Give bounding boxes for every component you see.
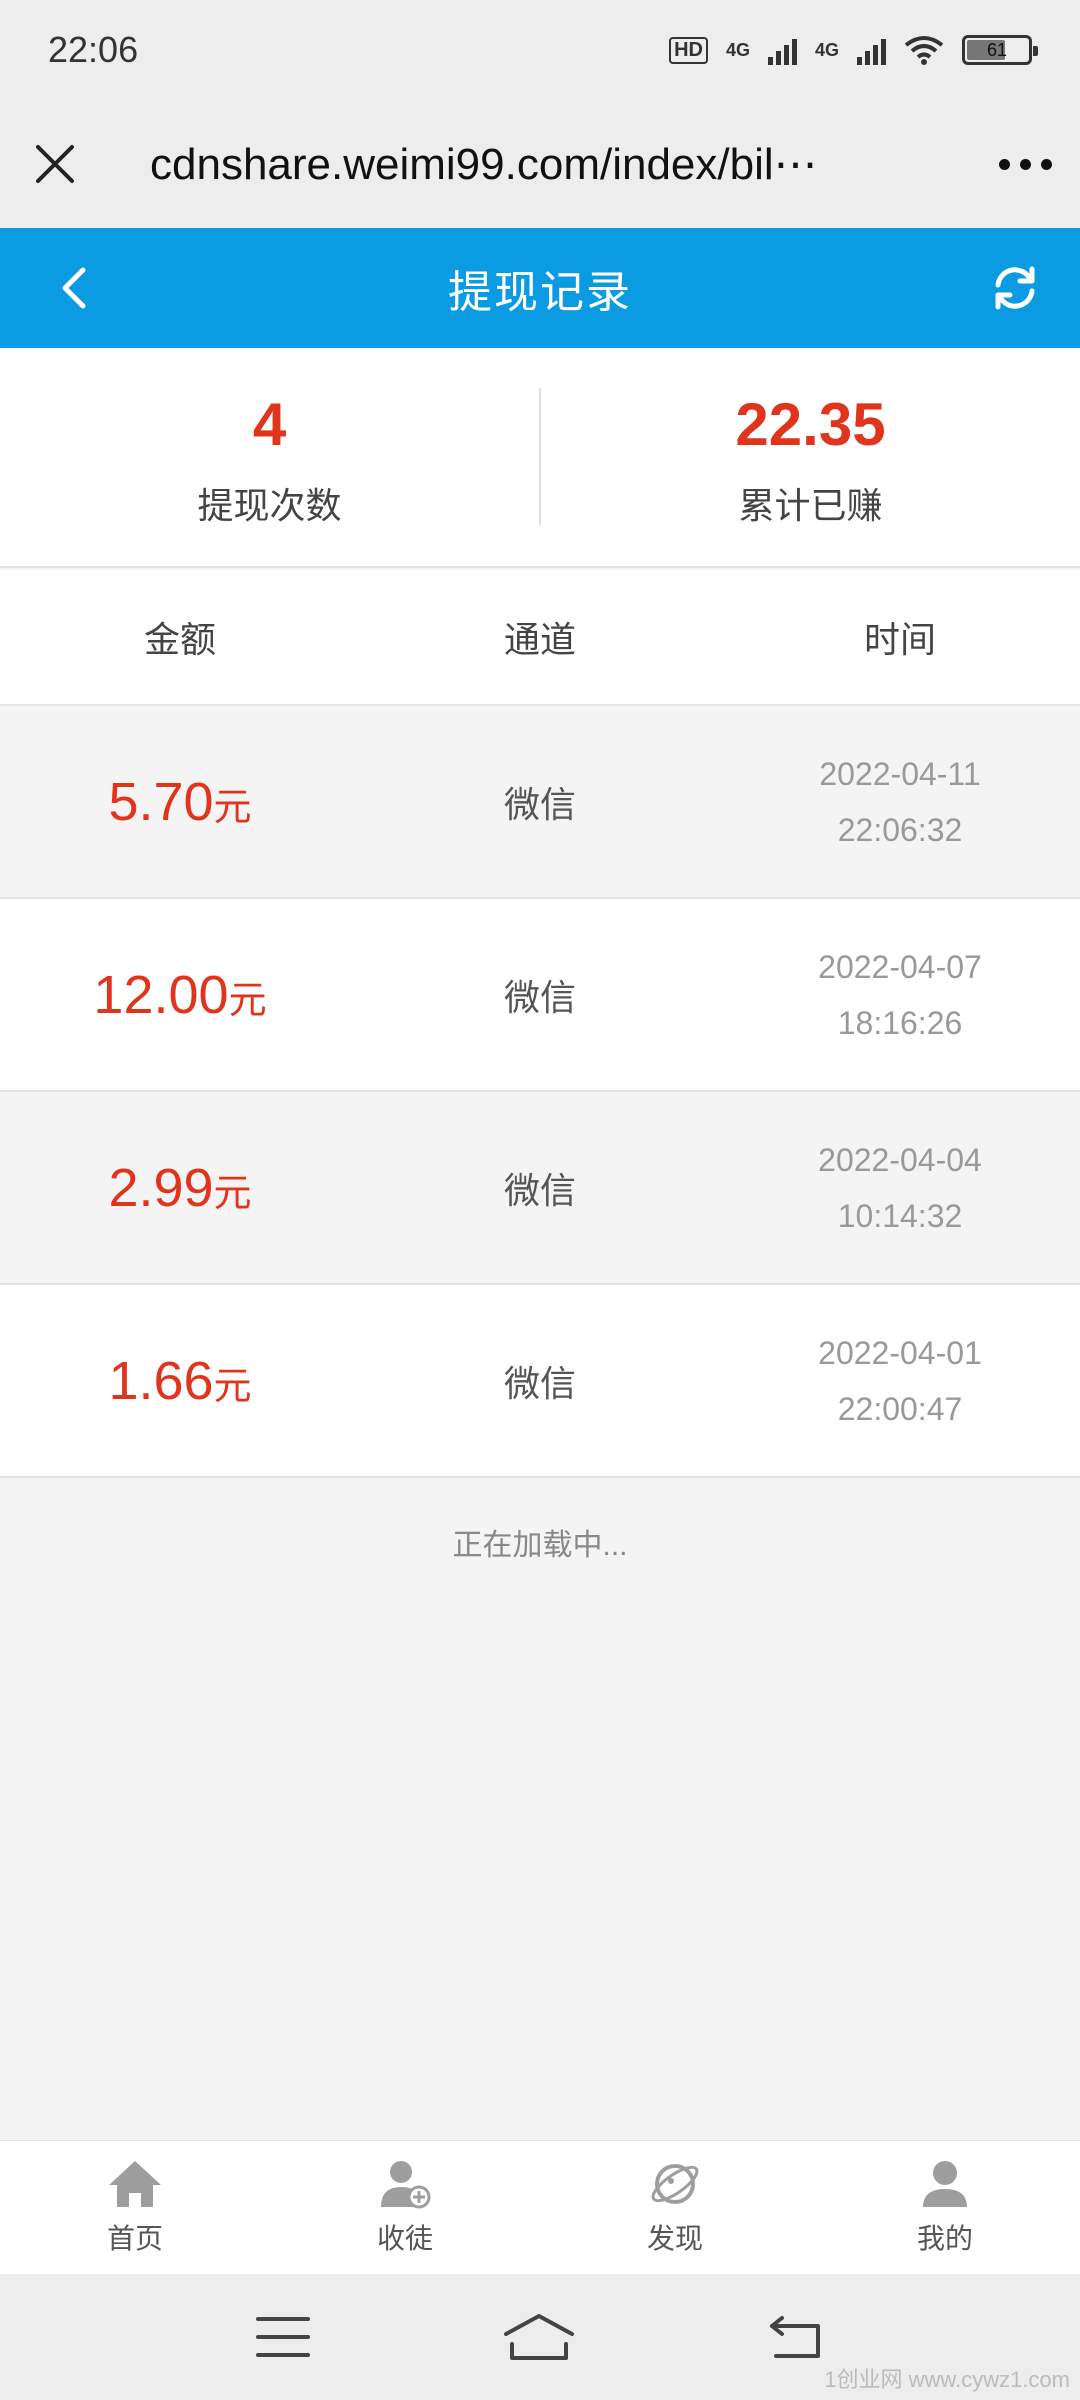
table-header: 金额 通道 时间 [0,570,1080,706]
add-user-icon [381,2160,431,2208]
status-bar: 22:06 HD 4G 4G 61 [0,0,1080,100]
date-text: 2022-04-04 [818,1141,982,1178]
table-row: 12.00元 微信 2022-04-07 18:16:26 [0,899,1080,1092]
status-icons: HD 4G 4G 61 [669,35,1038,65]
battery-level: 61 [986,39,1008,60]
signal-icon-1 [767,35,797,65]
browser-bar: cdnshare.weimi99.com/index/bil⋯ [0,100,1080,228]
watermark: 1创业网 www.cywz1.com [824,2367,1070,2392]
channel-cell: 微信 [503,783,576,825]
summary-panel: 4 提现次数 22.35 累计已赚 [0,348,1080,568]
close-icon [36,145,74,183]
browser-more-button[interactable] [970,100,1080,228]
withdraw-count-label: 提现次数 [197,485,342,526]
menu-icon[interactable] [256,2315,310,2359]
time-cell: 2022-04-04 10:14:32 [720,1132,1080,1244]
time-text: 22:06:32 [837,811,963,848]
network-label-1: 4G [725,39,750,60]
channel-cell: 微信 [503,1362,576,1404]
amount-value: 12.00 [93,964,229,1025]
channel-cell: 微信 [503,976,576,1018]
time-text: 10:14:32 [837,1197,963,1234]
column-header-time: 时间 [863,619,936,660]
amount-unit: 元 [213,1365,252,1408]
browser-close-button[interactable] [0,100,110,228]
status-time: 22:06 [48,29,139,70]
refresh-icon [995,266,1035,310]
time-cell: 2022-04-07 18:16:26 [720,939,1080,1051]
more-dot-icon [1040,158,1052,170]
tab-home[interactable]: 首页 [0,2141,270,2274]
date-text: 2022-04-07 [818,948,982,985]
battery-icon: 61 [962,35,1038,65]
wifi-icon [904,36,944,65]
amount-cell: 1.66元 [0,1350,360,1412]
time-text: 22:00:47 [837,1390,963,1427]
time-text: 18:16:26 [837,1004,963,1041]
page-title: 提现记录 [448,268,632,317]
amount-unit: 元 [213,1172,252,1215]
tab-mine[interactable]: 我的 [810,2141,1080,2274]
user-icon [923,2160,967,2207]
app-header: 提现记录 [0,228,1080,348]
total-earned-value: 22.35 [735,391,886,458]
tab-label: 我的 [916,2222,973,2254]
chevron-left-icon [62,267,86,309]
tab-label: 首页 [106,2222,163,2254]
browser-url[interactable]: cdnshare.weimi99.com/index/bil⋯ [110,139,970,190]
date-text: 2022-04-01 [818,1334,982,1371]
summary-earned: 22.35 累计已赚 [541,348,1080,566]
amount-unit: 元 [213,786,252,829]
more-dot-icon [998,158,1010,170]
tab-discover[interactable]: 发现 [540,2141,810,2274]
back-nav-icon[interactable] [768,2314,824,2360]
withdraw-count-value: 4 [252,391,287,458]
table-row: 1.66元 微信 2022-04-01 22:00:47 [0,1285,1080,1478]
amount-value: 5.70 [108,771,214,832]
home-icon [109,2160,161,2207]
discover-icon [651,2163,699,2204]
tab-recruit[interactable]: 收徒 [270,2141,540,2274]
amount-value: 2.99 [108,1157,214,1218]
signal-icon-2 [857,35,886,65]
bottom-tab-bar: 首页 收徒 发现 我的 [0,2140,1080,2274]
summary-count: 4 提现次数 [0,348,539,566]
withdraw-list: 5.70元 微信 2022-04-11 22:06:32 12.00元 微信 2… [0,706,1080,1478]
total-earned-label: 累计已赚 [738,485,883,526]
home-nav-icon[interactable] [502,2312,576,2362]
amount-cell: 2.99元 [0,1157,360,1219]
amount-cell: 12.00元 [0,964,360,1026]
time-cell: 2022-04-11 22:06:32 [720,746,1080,858]
back-button[interactable] [30,228,120,348]
time-cell: 2022-04-01 22:00:47 [720,1325,1080,1437]
column-header-amount: 金额 [143,619,216,660]
loading-indicator: 正在加载中... [452,1529,628,1562]
amount-cell: 5.70元 [0,771,360,833]
table-row: 2.99元 微信 2022-04-04 10:14:32 [0,1092,1080,1285]
tab-label: 收徒 [376,2222,433,2254]
amount-value: 1.66 [108,1350,214,1411]
more-dot-icon [1019,158,1031,170]
table-row: 5.70元 微信 2022-04-11 22:06:32 [0,706,1080,899]
refresh-button[interactable] [970,228,1060,348]
network-label-2: 4G [814,39,839,60]
amount-unit: 元 [228,979,267,1022]
hd-badge: HD [669,36,708,64]
date-text: 2022-04-11 [819,755,981,792]
column-header-channel: 通道 [503,619,576,660]
tab-label: 发现 [646,2222,703,2254]
channel-cell: 微信 [503,1169,576,1211]
